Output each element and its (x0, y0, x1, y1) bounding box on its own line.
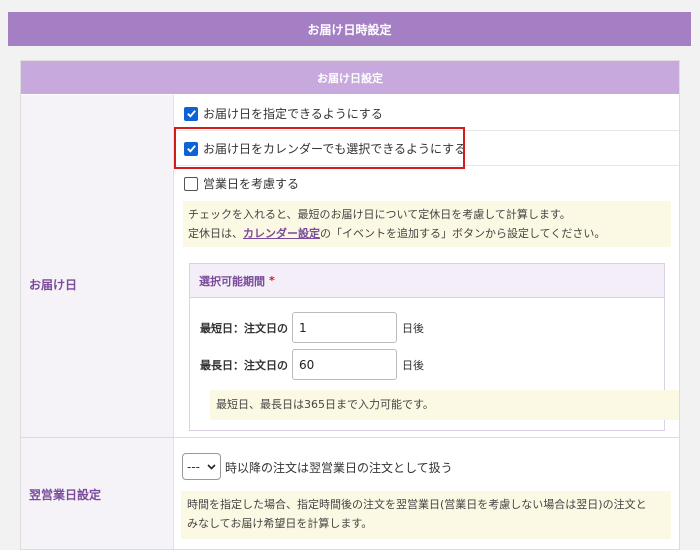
hour-select-text: 時以降の注文は翌営業日の注文として扱う (225, 461, 453, 475)
delivery-label-cell: お届け日 (21, 95, 174, 473)
note-text: の「イベントを追加する」ボタンから設定してください。 (320, 227, 606, 240)
next-day-note-line: 時間を指定した場合、指定時間後の注文を翌営業日(営業日を考慮しない場合は翌日)の… (187, 498, 647, 511)
next-day-label: 翌営業日設定 (29, 488, 102, 502)
selectable-period-box: 選択可能期間 * 最短日：注文日の 1 日後 最長日：注文日の 60 日後 最短… (189, 263, 679, 431)
period-note: 最短日、最長日は365日まで入力可能です。 (210, 390, 679, 420)
max-day-row: 最長日：注文日の 60 日後 (200, 349, 424, 380)
next-day-label-cell: 翌営業日設定 (21, 438, 174, 549)
checkbox-unchecked-icon[interactable] (184, 176, 198, 191)
hour-select[interactable]: --- (182, 453, 221, 480)
delivery-label: お届け日 (29, 277, 78, 292)
page-title: お届け日時設定 (307, 22, 392, 37)
checkbox-checked-icon[interactable] (184, 106, 198, 121)
option-specify-date[interactable]: お届け日を指定できるようにする (184, 105, 383, 122)
period-note-text: 最短日、最長日は365日まで入力可能です。 (216, 398, 434, 411)
min-day-suffix: 日後 (402, 321, 424, 335)
settings-panel: お届け日設定 お届け日 お届け日を指定できるようにする お届け日をカレンダーでも… (20, 60, 680, 550)
option-business-days-label: 営業日を考慮する (203, 177, 300, 191)
min-day-row: 最短日：注文日の 1 日後 (200, 312, 424, 343)
max-day-suffix: 日後 (402, 358, 424, 372)
calendar-settings-link[interactable]: カレンダー設定 (243, 227, 320, 240)
section-title: お届け日設定 (317, 71, 383, 85)
note-text: 定休日は、 (188, 227, 243, 240)
required-mark: * (269, 274, 275, 287)
note-line-2: 定休日は、カレンダー設定の「イベントを追加する」ボタンから設定してください。 (188, 224, 671, 243)
max-day-input[interactable]: 60 (292, 349, 397, 380)
hour-select-value: --- (187, 459, 200, 474)
section-header: お届け日設定 (21, 61, 679, 94)
option-specify-date-label: お届け日を指定できるようにする (203, 107, 383, 121)
min-day-input[interactable]: 1 (292, 312, 397, 343)
next-day-note: 時間を指定した場合、指定時間後の注文を翌営業日(営業日を考慮しない場合は翌日)の… (181, 491, 671, 539)
business-days-note: チェックを入れると、最短のお届け日について定休日を考慮して計算します。 定休日は… (183, 201, 671, 247)
period-header: 選択可能期間 * (190, 264, 664, 298)
chevron-down-icon (207, 463, 216, 470)
highlight-box (174, 127, 465, 169)
next-day-note-line-2: みなしてお届け希望日を計算します。 (187, 517, 373, 530)
max-day-label: 最長日：注文日の (200, 358, 288, 372)
page-header: お届け日時設定 (8, 12, 691, 46)
option-business-days[interactable]: 営業日を考慮する (184, 175, 299, 192)
min-day-label: 最短日：注文日の (200, 321, 288, 335)
note-line: チェックを入れると、最短のお届け日について定休日を考慮して計算します。 (188, 208, 571, 221)
period-title: 選択可能期間 (199, 274, 265, 288)
